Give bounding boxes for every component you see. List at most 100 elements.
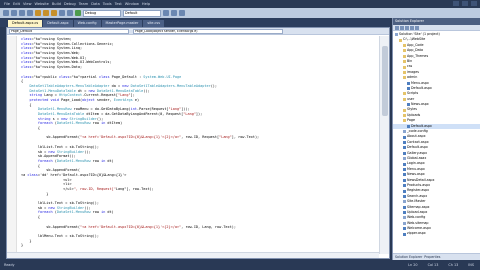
- code-editor[interactable]: Page_Default Page_Load(object sender, Ev…: [6, 27, 390, 259]
- panel-tab[interactable]: Solution Explorer: [395, 255, 422, 259]
- solution-explorer: Solution Explorer Solution 'Site' (1 pro…: [392, 18, 480, 260]
- folder-icon: [403, 43, 406, 47]
- menu-item-view[interactable]: View: [23, 2, 32, 6]
- file-icon: [403, 189, 406, 193]
- menu-item-edit[interactable]: Edit: [13, 2, 20, 6]
- file-icon: [403, 227, 406, 231]
- menu-item-data[interactable]: Data: [91, 2, 100, 6]
- status-bar: Ready Ln 20 Col 13 Ch 13 INS: [0, 260, 480, 270]
- show-all-files-icon[interactable]: [400, 25, 404, 30]
- code-area[interactable]: class="kw">using System; class="kw">using…: [7, 36, 379, 254]
- file-icon: [403, 216, 406, 220]
- configuration-combo[interactable]: Debug: [83, 9, 121, 17]
- tree-item[interactable]: zipper.aspx: [393, 231, 480, 236]
- file-icon: [407, 103, 410, 107]
- vertical-scrollbar[interactable]: [379, 36, 389, 254]
- folder-icon: [403, 92, 406, 96]
- file-icon: [403, 151, 406, 155]
- folder-icon: [403, 65, 406, 69]
- menu-item-help[interactable]: Help: [142, 2, 150, 6]
- file-icon: [403, 162, 406, 166]
- menu-item-debug[interactable]: Debug: [64, 2, 76, 6]
- new-project-icon[interactable]: [3, 10, 9, 16]
- document-tab[interactable]: Web.config: [73, 20, 101, 27]
- folder-icon: [403, 49, 406, 53]
- document-tab[interactable]: site.css: [143, 20, 164, 27]
- save-all-icon[interactable]: [27, 10, 33, 16]
- folder-icon: [403, 114, 406, 118]
- menu-item-tools[interactable]: Tools: [103, 2, 112, 6]
- panel-tab[interactable]: Properties: [424, 255, 440, 259]
- menu-item-test[interactable]: Test: [115, 2, 122, 6]
- paste-icon[interactable]: [51, 10, 57, 16]
- horizontal-scrollbar[interactable]: [7, 252, 379, 258]
- copy-icon[interactable]: [43, 10, 49, 16]
- menu-item-team[interactable]: Team: [79, 2, 89, 6]
- file-icon: [395, 33, 398, 37]
- scrollbar-thumb[interactable]: [382, 46, 388, 116]
- menu-bar: File Edit View Website Build Debug Team Data Too…: [0, 0, 480, 8]
- file-icon: [403, 211, 406, 215]
- find-combo[interactable]: Default: [123, 9, 161, 17]
- folder-icon: [403, 76, 406, 80]
- folder-icon: [399, 38, 402, 42]
- folder-icon: [403, 119, 406, 123]
- folder-icon: [403, 108, 406, 112]
- refresh-icon[interactable]: [405, 25, 409, 30]
- file-icon: [403, 167, 406, 171]
- window-controls: [453, 1, 477, 6]
- menu-item-build[interactable]: Build: [52, 2, 61, 6]
- file-icon: [403, 141, 406, 144]
- undo-icon[interactable]: [59, 10, 65, 16]
- document-tab[interactable]: MasterPage.master: [101, 20, 143, 27]
- file-icon: [403, 157, 406, 161]
- view-designer-icon[interactable]: [415, 25, 419, 30]
- insert-mode: INS: [468, 263, 474, 267]
- cut-icon[interactable]: [35, 10, 41, 16]
- redo-icon[interactable]: [67, 10, 73, 16]
- file-icon: [407, 87, 410, 91]
- code-lines[interactable]: class="kw">using System; class="kw">using…: [21, 37, 379, 248]
- code-line[interactable]: }: [21, 243, 379, 248]
- maximize-icon[interactable]: [462, 1, 468, 6]
- line-number: Ln 20: [408, 263, 418, 267]
- file-icon: [407, 81, 410, 85]
- solution-explorer-title: Solution Explorer: [393, 18, 480, 25]
- tree-item-label: zipper.aspx: [407, 231, 426, 236]
- properties-icon[interactable]: [179, 10, 185, 16]
- editor-navigation-bar: Page_Default Page_Load(object sender, Ev…: [7, 28, 389, 35]
- document-tab[interactable]: Default.aspx: [43, 20, 73, 27]
- folder-icon: [403, 97, 406, 101]
- file-icon: [403, 135, 406, 139]
- file-icon: [407, 124, 410, 128]
- view-code-icon[interactable]: [410, 25, 414, 30]
- file-icon: [403, 178, 406, 182]
- solution-explorer-icon[interactable]: [171, 10, 177, 16]
- menu-item-window[interactable]: Window: [125, 2, 139, 6]
- open-file-icon[interactable]: [11, 10, 17, 16]
- file-icon: [403, 221, 406, 225]
- solution-tree: Solution 'Site' (1 project) C:\...\WebSit…: [393, 31, 480, 237]
- file-icon: [403, 184, 406, 188]
- file-icon: [403, 205, 406, 209]
- class-combo[interactable]: Page_Default: [9, 28, 129, 34]
- solution-explorer-bottom-tabs: Solution Explorer Properties: [393, 253, 480, 260]
- folder-icon: [403, 54, 406, 58]
- document-tab[interactable]: Default.aspx.cs: [8, 20, 43, 27]
- file-icon: [403, 146, 406, 150]
- menu-item-file[interactable]: File: [4, 2, 10, 6]
- column-number: Col 13: [427, 263, 439, 267]
- line-gutter: [7, 36, 17, 254]
- properties-icon[interactable]: [395, 25, 399, 30]
- menu-item-website[interactable]: Website: [35, 2, 49, 6]
- save-icon[interactable]: [19, 10, 25, 16]
- file-icon: [403, 130, 406, 134]
- find-icon[interactable]: [163, 10, 169, 16]
- file-icon: [403, 200, 406, 204]
- close-icon[interactable]: [471, 1, 477, 6]
- document-tabs: Default.aspx.cs Default.aspx Web.config Mas…: [0, 18, 390, 27]
- minimize-icon[interactable]: [453, 1, 459, 6]
- folder-icon: [403, 60, 406, 64]
- start-debugging-icon[interactable]: [75, 10, 81, 16]
- member-combo[interactable]: Page_Load(object sender, EventArgs e): [133, 28, 283, 34]
